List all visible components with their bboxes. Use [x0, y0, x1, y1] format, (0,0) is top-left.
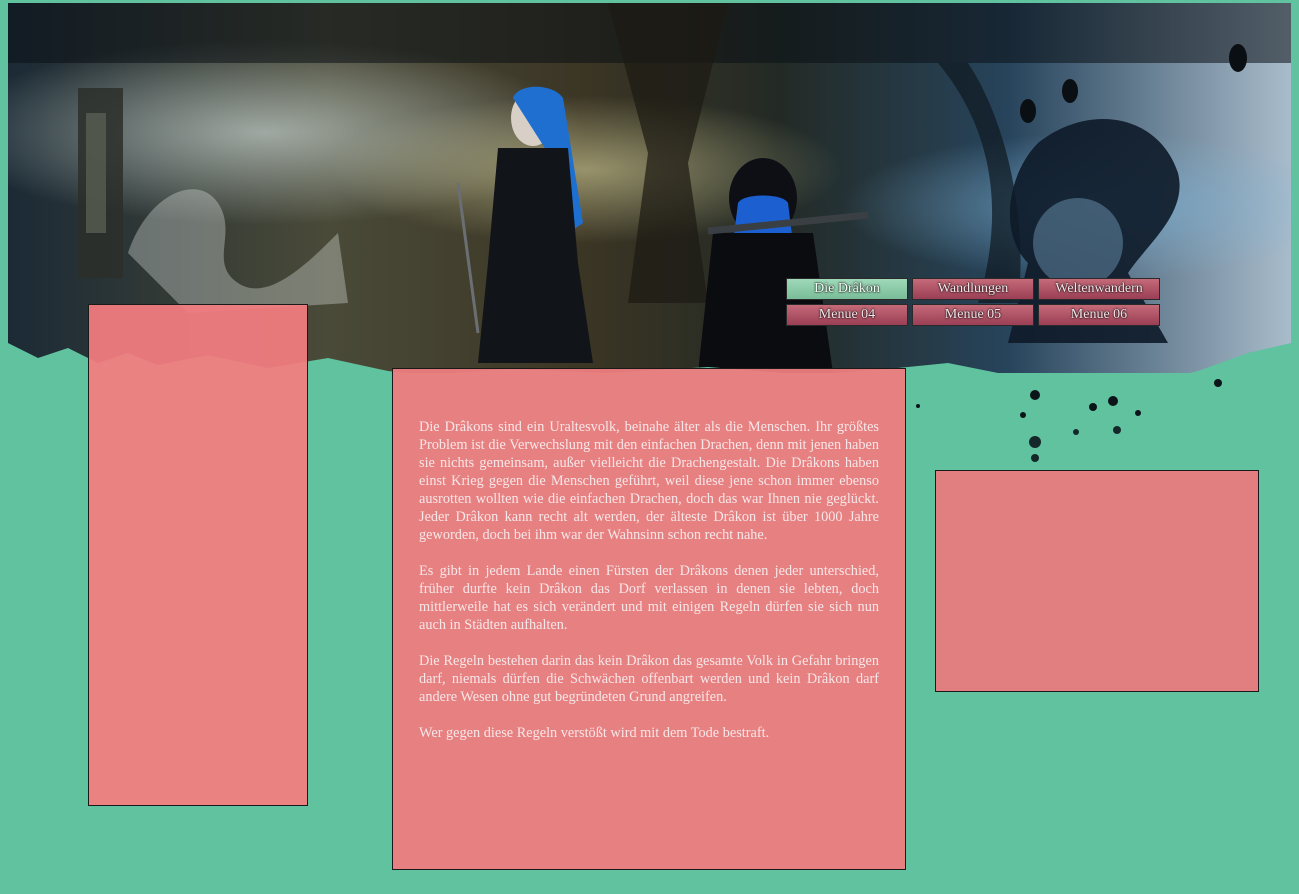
- nav-item-wandlungen[interactable]: Wandlungen: [912, 278, 1034, 300]
- nav-item-menue-06[interactable]: Menue 06: [1038, 304, 1160, 326]
- main-content-panel: Die Drâkons sind ein Uraltesvolk, beinah…: [392, 368, 906, 870]
- paragraph: Es gibt in jedem Lande einen Fürsten der…: [419, 563, 879, 633]
- paragraph: Die Regeln bestehen darin das kein Drâko…: [419, 653, 879, 705]
- nav-item-die-drakon[interactable]: Die Drâkon: [786, 278, 908, 300]
- right-sidebar-panel: [935, 470, 1259, 692]
- nav-item-menue-04[interactable]: Menue 04: [786, 304, 908, 326]
- article-text: Die Drâkons sind ein Uraltesvolk, beinah…: [419, 418, 879, 760]
- nav-item-menue-05[interactable]: Menue 05: [912, 304, 1034, 326]
- nav-item-weltenwandern[interactable]: Weltenwandern: [1038, 278, 1160, 300]
- paragraph: Die Drâkons sind ein Uraltesvolk, beinah…: [419, 419, 879, 543]
- paragraph: Wer gegen diese Regeln verstößt wird mit…: [419, 725, 770, 741]
- left-sidebar-panel: [88, 304, 308, 806]
